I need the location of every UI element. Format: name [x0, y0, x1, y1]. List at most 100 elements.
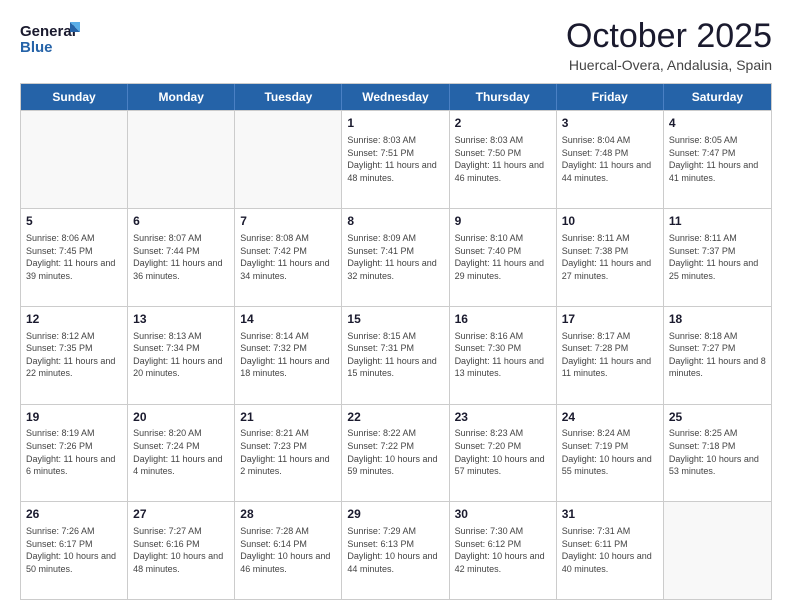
- day-number: 26: [26, 506, 122, 523]
- calendar-cell-0-1: [128, 111, 235, 208]
- header-tuesday: Tuesday: [235, 84, 342, 110]
- cell-info: Sunrise: 8:10 AM Sunset: 7:40 PM Dayligh…: [455, 232, 551, 282]
- calendar-cell-4-0: 26 Sunrise: 7:26 AM Sunset: 6:17 PM Dayli…: [21, 502, 128, 599]
- cell-info: Sunrise: 8:16 AM Sunset: 7:30 PM Dayligh…: [455, 330, 551, 380]
- calendar-cell-2-1: 13 Sunrise: 8:13 AM Sunset: 7:34 PM Dayli…: [128, 307, 235, 404]
- day-number: 13: [133, 311, 229, 328]
- cell-info: Sunrise: 8:06 AM Sunset: 7:45 PM Dayligh…: [26, 232, 122, 282]
- calendar-cell-2-6: 18Sunrise: 8:18 AM Sunset: 7:27 PM Dayli…: [664, 307, 771, 404]
- calendar-cell-0-0: [21, 111, 128, 208]
- day-number: 16: [455, 311, 551, 328]
- calendar-cell-3-6: 25Sunrise: 8:25 AM Sunset: 7:18 PM Dayli…: [664, 405, 771, 502]
- day-number: 24: [562, 409, 658, 426]
- cell-info: Sunrise: 7:31 AM Sunset: 6:11 PM Dayligh…: [562, 525, 658, 575]
- calendar-title: October 2025: [566, 18, 772, 55]
- calendar-cell-0-4: 2Sunrise: 8:03 AM Sunset: 7:50 PM Daylig…: [450, 111, 557, 208]
- cell-info: Sunrise: 8:22 AM Sunset: 7:22 PM Dayligh…: [347, 427, 443, 477]
- calendar-subtitle: Huercal-Overa, Andalusia, Spain: [566, 57, 772, 73]
- page-header: General Blue October 2025 Huercal-Overa,…: [20, 18, 772, 73]
- cell-info: Sunrise: 8:11 AM Sunset: 7:37 PM Dayligh…: [669, 232, 766, 282]
- cell-info: Sunrise: 8:03 AM Sunset: 7:51 PM Dayligh…: [347, 134, 443, 184]
- calendar-cell-4-5: 31 Sunrise: 7:31 AM Sunset: 6:11 PM Dayli…: [557, 502, 664, 599]
- calendar-row-3: 19Sunrise: 8:19 AM Sunset: 7:26 PM Dayli…: [21, 404, 771, 502]
- cell-info: Sunrise: 8:07 AM Sunset: 7:44 PM Dayligh…: [133, 232, 229, 282]
- cell-info: Sunrise: 7:30 AM Sunset: 6:12 PM Dayligh…: [455, 525, 551, 575]
- day-number: 29: [347, 506, 443, 523]
- day-number: 10: [562, 213, 658, 230]
- calendar-cell-3-5: 24Sunrise: 8:24 AM Sunset: 7:19 PM Dayli…: [557, 405, 664, 502]
- day-number: 31: [562, 506, 658, 523]
- day-number: 28: [240, 506, 336, 523]
- calendar-cell-1-4: 9 Sunrise: 8:10 AM Sunset: 7:40 PM Daylig…: [450, 209, 557, 306]
- calendar-cell-4-3: 29 Sunrise: 7:29 AM Sunset: 6:13 PM Dayli…: [342, 502, 449, 599]
- cell-info: Sunrise: 8:17 AM Sunset: 7:28 PM Dayligh…: [562, 330, 658, 380]
- day-number: 9: [455, 213, 551, 230]
- cell-info: Sunrise: 8:13 AM Sunset: 7:34 PM Dayligh…: [133, 330, 229, 380]
- day-number: 23: [455, 409, 551, 426]
- day-number: 25: [669, 409, 766, 426]
- cell-info: Sunrise: 7:28 AM Sunset: 6:14 PM Dayligh…: [240, 525, 336, 575]
- calendar-cell-0-5: 3 Sunrise: 8:04 AM Sunset: 7:48 PM Daylig…: [557, 111, 664, 208]
- header-sunday: Sunday: [21, 84, 128, 110]
- cell-info: Sunrise: 8:20 AM Sunset: 7:24 PM Dayligh…: [133, 427, 229, 477]
- calendar-cell-0-6: 4 Sunrise: 8:05 AM Sunset: 7:47 PM Daylig…: [664, 111, 771, 208]
- day-number: 15: [347, 311, 443, 328]
- header-thursday: Thursday: [450, 84, 557, 110]
- cell-info: Sunrise: 7:26 AM Sunset: 6:17 PM Dayligh…: [26, 525, 122, 575]
- logo: General Blue: [20, 18, 80, 60]
- calendar-cell-3-3: 22Sunrise: 8:22 AM Sunset: 7:22 PM Dayli…: [342, 405, 449, 502]
- calendar-cell-4-6: [664, 502, 771, 599]
- header-monday: Monday: [128, 84, 235, 110]
- cell-info: Sunrise: 8:18 AM Sunset: 7:27 PM Dayligh…: [669, 330, 766, 380]
- day-number: 3: [562, 115, 658, 132]
- day-number: 22: [347, 409, 443, 426]
- cell-info: Sunrise: 7:29 AM Sunset: 6:13 PM Dayligh…: [347, 525, 443, 575]
- cell-info: Sunrise: 8:23 AM Sunset: 7:20 PM Dayligh…: [455, 427, 551, 477]
- header-wednesday: Wednesday: [342, 84, 449, 110]
- cell-info: Sunrise: 8:12 AM Sunset: 7:35 PM Dayligh…: [26, 330, 122, 380]
- cell-info: Sunrise: 8:05 AM Sunset: 7:47 PM Dayligh…: [669, 134, 766, 184]
- calendar-cell-2-5: 17 Sunrise: 8:17 AM Sunset: 7:28 PM Dayli…: [557, 307, 664, 404]
- day-number: 17: [562, 311, 658, 328]
- cell-info: Sunrise: 8:21 AM Sunset: 7:23 PM Dayligh…: [240, 427, 336, 477]
- calendar-cell-2-0: 12 Sunrise: 8:12 AM Sunset: 7:35 PM Dayli…: [21, 307, 128, 404]
- calendar-cell-1-6: 11 Sunrise: 8:11 AM Sunset: 7:37 PM Dayli…: [664, 209, 771, 306]
- calendar-row-1: 5 Sunrise: 8:06 AM Sunset: 7:45 PM Daylig…: [21, 208, 771, 306]
- day-number: 14: [240, 311, 336, 328]
- svg-text:General: General: [20, 23, 76, 40]
- calendar-cell-3-2: 21Sunrise: 8:21 AM Sunset: 7:23 PM Dayli…: [235, 405, 342, 502]
- cell-info: Sunrise: 8:15 AM Sunset: 7:31 PM Dayligh…: [347, 330, 443, 380]
- calendar-cell-4-1: 27 Sunrise: 7:27 AM Sunset: 6:16 PM Dayli…: [128, 502, 235, 599]
- calendar-cell-1-5: 10 Sunrise: 8:11 AM Sunset: 7:38 PM Dayli…: [557, 209, 664, 306]
- calendar-cell-3-1: 20Sunrise: 8:20 AM Sunset: 7:24 PM Dayli…: [128, 405, 235, 502]
- calendar-cell-2-4: 16 Sunrise: 8:16 AM Sunset: 7:30 PM Dayli…: [450, 307, 557, 404]
- calendar-cell-2-2: 14 Sunrise: 8:14 AM Sunset: 7:32 PM Dayli…: [235, 307, 342, 404]
- day-number: 19: [26, 409, 122, 426]
- day-number: 5: [26, 213, 122, 230]
- day-number: 8: [347, 213, 443, 230]
- cell-info: Sunrise: 8:08 AM Sunset: 7:42 PM Dayligh…: [240, 232, 336, 282]
- calendar-row-0: 1Sunrise: 8:03 AM Sunset: 7:51 PM Daylig…: [21, 110, 771, 208]
- day-number: 11: [669, 213, 766, 230]
- calendar-body: 1Sunrise: 8:03 AM Sunset: 7:51 PM Daylig…: [21, 110, 771, 599]
- calendar-cell-0-2: [235, 111, 342, 208]
- cell-info: Sunrise: 8:09 AM Sunset: 7:41 PM Dayligh…: [347, 232, 443, 282]
- day-number: 20: [133, 409, 229, 426]
- day-number: 12: [26, 311, 122, 328]
- day-number: 27: [133, 506, 229, 523]
- header-friday: Friday: [557, 84, 664, 110]
- calendar-cell-1-2: 7Sunrise: 8:08 AM Sunset: 7:42 PM Daylig…: [235, 209, 342, 306]
- header-saturday: Saturday: [664, 84, 771, 110]
- cell-info: Sunrise: 8:11 AM Sunset: 7:38 PM Dayligh…: [562, 232, 658, 282]
- day-number: 4: [669, 115, 766, 132]
- cell-info: Sunrise: 8:04 AM Sunset: 7:48 PM Dayligh…: [562, 134, 658, 184]
- day-number: 2: [455, 115, 551, 132]
- calendar: Sunday Monday Tuesday Wednesday Thursday…: [20, 83, 772, 600]
- day-number: 21: [240, 409, 336, 426]
- calendar-cell-2-3: 15 Sunrise: 8:15 AM Sunset: 7:31 PM Dayli…: [342, 307, 449, 404]
- calendar-header: Sunday Monday Tuesday Wednesday Thursday…: [21, 84, 771, 110]
- calendar-cell-0-3: 1Sunrise: 8:03 AM Sunset: 7:51 PM Daylig…: [342, 111, 449, 208]
- calendar-row-4: 26 Sunrise: 7:26 AM Sunset: 6:17 PM Dayli…: [21, 501, 771, 599]
- cell-info: Sunrise: 7:27 AM Sunset: 6:16 PM Dayligh…: [133, 525, 229, 575]
- cell-info: Sunrise: 8:14 AM Sunset: 7:32 PM Dayligh…: [240, 330, 336, 380]
